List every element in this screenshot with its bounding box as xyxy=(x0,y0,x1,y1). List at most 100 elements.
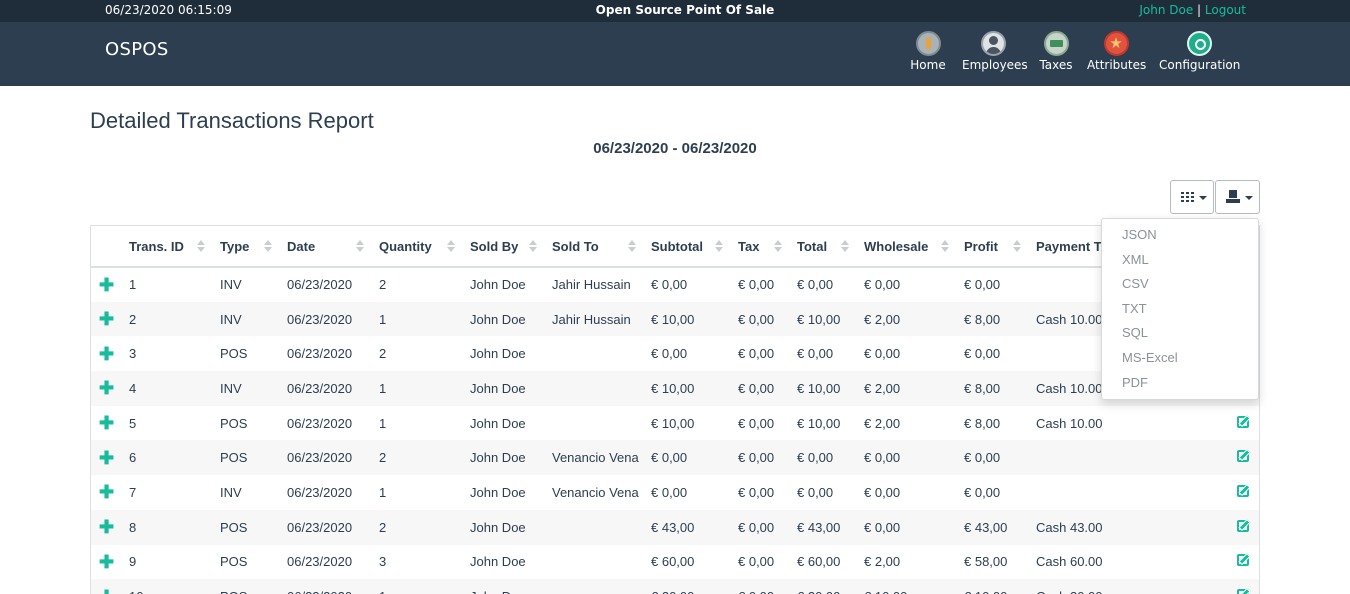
sort-icon xyxy=(447,240,455,253)
table-row: ✚ 2 INV 06/23/2020 1 John Doe Jahir Hussain € 1… xyxy=(91,301,1259,337)
table-cell: € 0,00 xyxy=(964,346,1001,362)
table-cell: John Doe xyxy=(470,277,526,293)
table-cell: 1 xyxy=(371,371,462,406)
table-cell: € 0,00 xyxy=(797,484,834,500)
table-cell: € 0,00 xyxy=(730,440,789,476)
edit-icon[interactable] xyxy=(1237,450,1249,463)
table-cell: € 10,00 xyxy=(789,371,856,406)
table-cell: € 0,00 xyxy=(864,484,901,500)
export-option[interactable]: XML xyxy=(1122,252,1149,267)
export-option[interactable]: JSON xyxy=(1122,227,1157,242)
column-header-type[interactable]: Type xyxy=(212,226,279,268)
expand-row-icon[interactable]: ✚ xyxy=(91,301,121,337)
sort-icon xyxy=(628,240,636,253)
expand-row-icon[interactable]: ✚ xyxy=(91,371,121,406)
column-header-profit[interactable]: Profit xyxy=(956,226,1028,268)
columns-toggle-button[interactable] xyxy=(1170,180,1214,214)
table-cell: € 0,00 xyxy=(651,277,688,293)
column-header-wholesale[interactable]: Wholesale xyxy=(856,226,956,268)
logout-link[interactable]: Logout xyxy=(1205,3,1246,17)
table-cell xyxy=(544,336,643,371)
table-cell: € 0,00 xyxy=(797,346,834,362)
table-cell: Cash 10.00 xyxy=(1036,415,1103,431)
table-cell: John Doe xyxy=(470,484,526,500)
expand-row-icon[interactable]: ✚ xyxy=(91,440,121,476)
table-row: ✚ 3 POS 06/23/2020 2 John Doe € 0,00 € 0,00 € 0,… xyxy=(91,336,1259,371)
table-cell: 3 xyxy=(129,346,137,362)
table-cell: 4 xyxy=(121,371,212,406)
export-dropdown-menu: JSON XML CSV TXT SQL MS-Excel PDF xyxy=(1101,218,1259,400)
table-cell: John Doe xyxy=(462,371,544,406)
table-cell: Cash 43.00 xyxy=(1028,509,1188,545)
table-cell xyxy=(544,406,643,441)
table-cell: 06/23/2020 xyxy=(279,371,371,406)
table-cell: 1 xyxy=(371,579,462,594)
table-cell: 06/23/2020 xyxy=(279,579,371,594)
table-cell: € 10,00 xyxy=(651,415,695,431)
edit-cell xyxy=(1188,545,1259,580)
export-icon xyxy=(1226,190,1240,203)
main-navbar: OSPOS Home Employees Taxes ★ Attributes … xyxy=(0,22,1350,86)
table-cell: € 20,00 xyxy=(789,579,856,594)
edit-icon[interactable] xyxy=(1237,589,1249,594)
export-button[interactable] xyxy=(1215,180,1260,214)
table-cell: € 10,00 xyxy=(956,579,1028,594)
edit-icon[interactable] xyxy=(1237,415,1249,428)
column-header-total[interactable]: Total xyxy=(789,226,856,268)
column-header-tax[interactable]: Tax xyxy=(730,226,789,268)
column-header-label: Quantity xyxy=(379,238,432,254)
taxes-icon xyxy=(1043,31,1069,56)
table-row: ✚ 5 POS 06/23/2020 1 John Doe € 10,00 € 0,00 € 1… xyxy=(91,406,1259,441)
table-row: ✚ 7 INV 06/23/2020 1 John Doe Venancio Vena € 0… xyxy=(91,475,1259,510)
edit-cell xyxy=(1188,406,1259,441)
column-header-label: Type xyxy=(220,238,250,254)
edit-cell xyxy=(1188,579,1259,594)
nav-item-label: Taxes xyxy=(1039,58,1073,72)
user-link[interactable]: John Doe xyxy=(1139,3,1193,17)
column-header-subtotal[interactable]: Subtotal xyxy=(643,226,730,268)
table-cell: € 0,00 xyxy=(738,277,775,293)
expand-row-icon[interactable]: ✚ xyxy=(91,579,121,594)
expand-row-icon[interactable]: ✚ xyxy=(91,336,121,371)
table-cell: 1 xyxy=(379,484,387,500)
brand-logo[interactable]: OSPOS xyxy=(105,39,169,60)
sort-icon xyxy=(841,240,849,253)
edit-cell xyxy=(1188,475,1259,510)
column-header-quantity[interactable]: Quantity xyxy=(371,226,462,268)
table-cell: € 0,00 xyxy=(864,277,901,293)
column-header-sold-to[interactable]: Sold To xyxy=(544,226,643,268)
table-cell: € 0,00 xyxy=(651,484,688,500)
table-cell: € 0,00 xyxy=(651,346,688,362)
column-header-date[interactable]: Date xyxy=(279,226,371,268)
expand-row-icon[interactable]: ✚ xyxy=(91,509,121,545)
table-cell: John Doe xyxy=(462,579,544,594)
edit-icon[interactable] xyxy=(1237,484,1249,497)
table-cell: € 43,00 xyxy=(789,509,856,545)
table-cell: € 60,00 xyxy=(797,554,841,570)
expand-row-icon[interactable]: ✚ xyxy=(91,406,121,441)
nav-item-configuration[interactable]: Configuration xyxy=(1159,31,1240,72)
table-cell: € 0,00 xyxy=(864,346,901,362)
table-cell: INV xyxy=(212,301,279,337)
nav-item-home[interactable]: Home xyxy=(909,31,947,72)
table-cell: 2 xyxy=(379,346,387,362)
table-cell: € 0,00 xyxy=(964,277,1001,293)
expand-row-icon[interactable]: ✚ xyxy=(91,267,121,302)
column-header-trans-id[interactable]: Trans. ID xyxy=(121,226,212,268)
export-option[interactable]: SQL xyxy=(1122,325,1148,340)
export-option[interactable]: TXT xyxy=(1122,301,1147,316)
nav-item-employees[interactable]: Employees xyxy=(962,31,1028,72)
nav-item-attributes[interactable]: ★ Attributes xyxy=(1087,31,1146,72)
table-row: ✚ 9 POS 06/23/2020 3 John Doe € 60,00 € 0,00 € 6… xyxy=(91,545,1259,580)
table-header-row: Trans. ID Type Date Quantity Sold By Sol… xyxy=(91,226,1259,268)
table-cell: 06/23/2020 xyxy=(287,484,353,500)
export-option[interactable]: MS-Excel xyxy=(1122,350,1178,365)
edit-icon[interactable] xyxy=(1237,554,1249,567)
column-header-sold-by[interactable]: Sold By xyxy=(462,226,544,268)
export-option[interactable]: CSV xyxy=(1122,276,1149,291)
edit-icon[interactable] xyxy=(1237,519,1249,532)
expand-row-icon[interactable]: ✚ xyxy=(91,475,121,510)
export-option[interactable]: PDF xyxy=(1122,375,1148,390)
nav-item-taxes[interactable]: Taxes xyxy=(1038,31,1074,72)
expand-row-icon[interactable]: ✚ xyxy=(91,545,121,580)
